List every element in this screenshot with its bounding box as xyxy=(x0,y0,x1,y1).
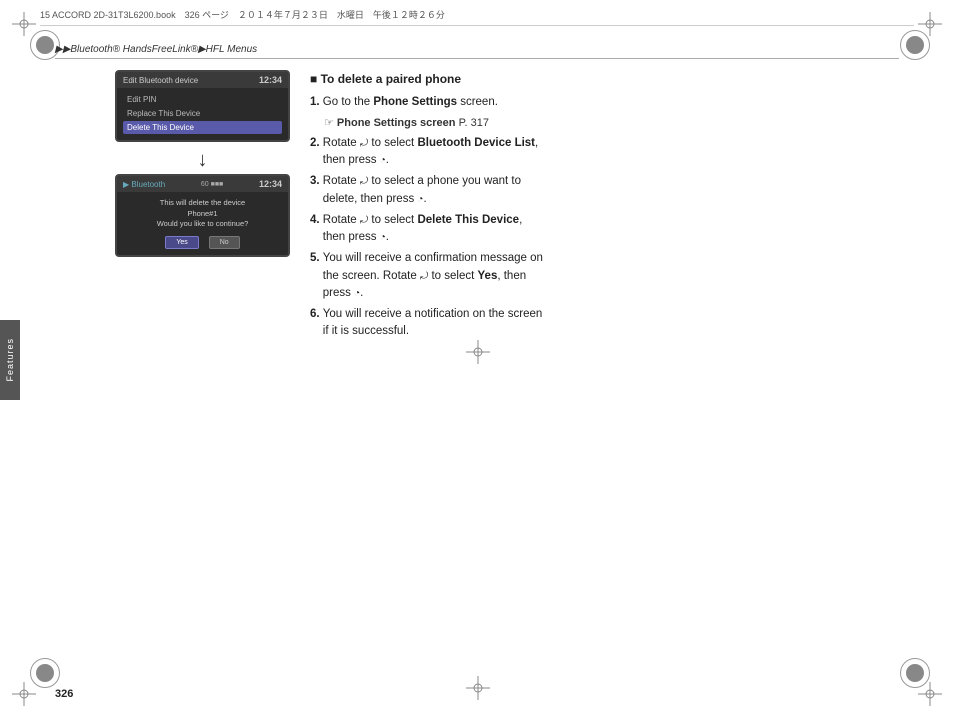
step-1-number: 1. xyxy=(310,96,323,108)
page-number-text: 326 xyxy=(55,688,73,700)
menu-item-delete: Delete This Device xyxy=(123,121,282,134)
breadcrumb-divider xyxy=(55,58,899,59)
step-4-bold: Delete This Device xyxy=(417,214,519,226)
screen1-title: Edit Bluetooth device xyxy=(123,76,198,85)
screen-edit-bluetooth: Edit Bluetooth device 12:34 Edit PIN Rep… xyxy=(115,70,290,142)
instructions-block: To delete a paired phone 1. Go to the Ph… xyxy=(310,70,899,345)
screen2-bt-label: Bluetooth xyxy=(131,180,165,189)
crop-mark-bl xyxy=(12,682,36,706)
breadcrumb: ▶▶Bluetooth® HandsFreeLink®▶HFL Menus xyxy=(55,44,257,55)
circle-mark-tr xyxy=(900,30,930,60)
step-6-number: 6. xyxy=(310,308,323,320)
step-1-bold: Phone Settings xyxy=(373,96,457,108)
step-6: 6. You will receive a notification on th… xyxy=(310,306,899,341)
step-2-press: ◔ xyxy=(380,153,386,168)
step-5-press: ◔ xyxy=(354,286,360,301)
step-1-subnote: Phone Settings screen P. 317 xyxy=(310,115,899,132)
confirm-line2: Phone#1 xyxy=(187,209,217,218)
confirm-line1: This will delete the device xyxy=(160,198,245,207)
signal-indicator: 60 ■■■ xyxy=(201,181,223,188)
screen-bluetooth-confirm: ▶ Bluetooth 60 ■■■ 12:34 This will delet… xyxy=(115,174,290,257)
step-4: 4. Rotate ⤾ to select Delete This Device… xyxy=(310,212,899,247)
page-number: 326 xyxy=(55,688,73,700)
step-3-number: 3. xyxy=(310,175,323,187)
side-tab-label: Features xyxy=(5,338,15,382)
step-4-rotate: ⤾ xyxy=(360,213,368,228)
screen2-clock: 12:34 xyxy=(259,179,282,189)
screens-container: Edit Bluetooth device 12:34 Edit PIN Rep… xyxy=(115,70,290,265)
step-2-rotate: ⤾ xyxy=(360,136,368,151)
step-5-number: 5. xyxy=(310,252,323,264)
step-4-number: 4. xyxy=(310,214,323,226)
step-5-bold: Yes xyxy=(478,270,498,282)
screen1-header: Edit Bluetooth device 12:34 xyxy=(117,72,288,88)
crop-mark-tl xyxy=(12,12,36,36)
breadcrumb-text: ▶▶Bluetooth® HandsFreeLink®▶HFL Menus xyxy=(55,44,257,55)
section-title: To delete a paired phone xyxy=(310,70,899,88)
confirm-body: This will delete the device Phone#1 Woul… xyxy=(117,192,288,255)
confirm-no-button[interactable]: No xyxy=(209,236,240,249)
confirm-yes-button[interactable]: Yes xyxy=(165,236,198,249)
screen1-clock: 12:34 xyxy=(259,75,282,85)
step-5-rotate: ⤾ xyxy=(420,269,428,284)
menu-item-edit-pin: Edit PIN xyxy=(123,93,282,106)
menu-item-replace: Replace This Device xyxy=(123,107,282,120)
bluetooth-icon: ▶ Bluetooth xyxy=(123,180,165,189)
step-2-bold: Bluetooth Device List xyxy=(417,137,535,149)
screen2-header: ▶ Bluetooth 60 ■■■ 12:34 xyxy=(117,176,288,192)
step-2-number: 2. xyxy=(310,137,323,149)
step-4-press: ◔ xyxy=(380,230,386,245)
confirm-line3: Would you like to continue? xyxy=(157,219,249,228)
arrow-down-icon: ↓ xyxy=(115,150,290,170)
subnote-text: Phone Settings screen P. 317 xyxy=(337,117,489,129)
circle-mark-br xyxy=(900,658,930,688)
confirm-text-block: This will delete the device Phone#1 Woul… xyxy=(123,198,282,230)
section-title-text: To delete a paired phone xyxy=(321,72,461,86)
step-3: 3. Rotate ⤾ to select a phone you want t… xyxy=(310,173,899,208)
confirm-buttons-group: Yes No xyxy=(123,236,282,249)
side-tab-features: Features xyxy=(0,320,20,400)
step-1: 1. Go to the Phone Settings screen. xyxy=(310,94,899,111)
screen1-body: Edit PIN Replace This Device Delete This… xyxy=(117,88,288,140)
step-5: 5. You will receive a confirmation messa… xyxy=(310,250,899,302)
step-2: 2. Rotate ⤾ to select Bluetooth Device L… xyxy=(310,135,899,170)
circle-mark-bl xyxy=(30,658,60,688)
step-3-press: ◔ xyxy=(417,192,423,207)
crop-mark-center-bottom2 xyxy=(466,676,490,700)
step-3-rotate: ⤾ xyxy=(360,174,368,189)
file-info: 15 ACCORD 2D-31T3L6200.book 326 ページ ２０１４… xyxy=(40,8,445,21)
top-bar: 15 ACCORD 2D-31T3L6200.book 326 ページ ２０１４… xyxy=(40,8,914,26)
